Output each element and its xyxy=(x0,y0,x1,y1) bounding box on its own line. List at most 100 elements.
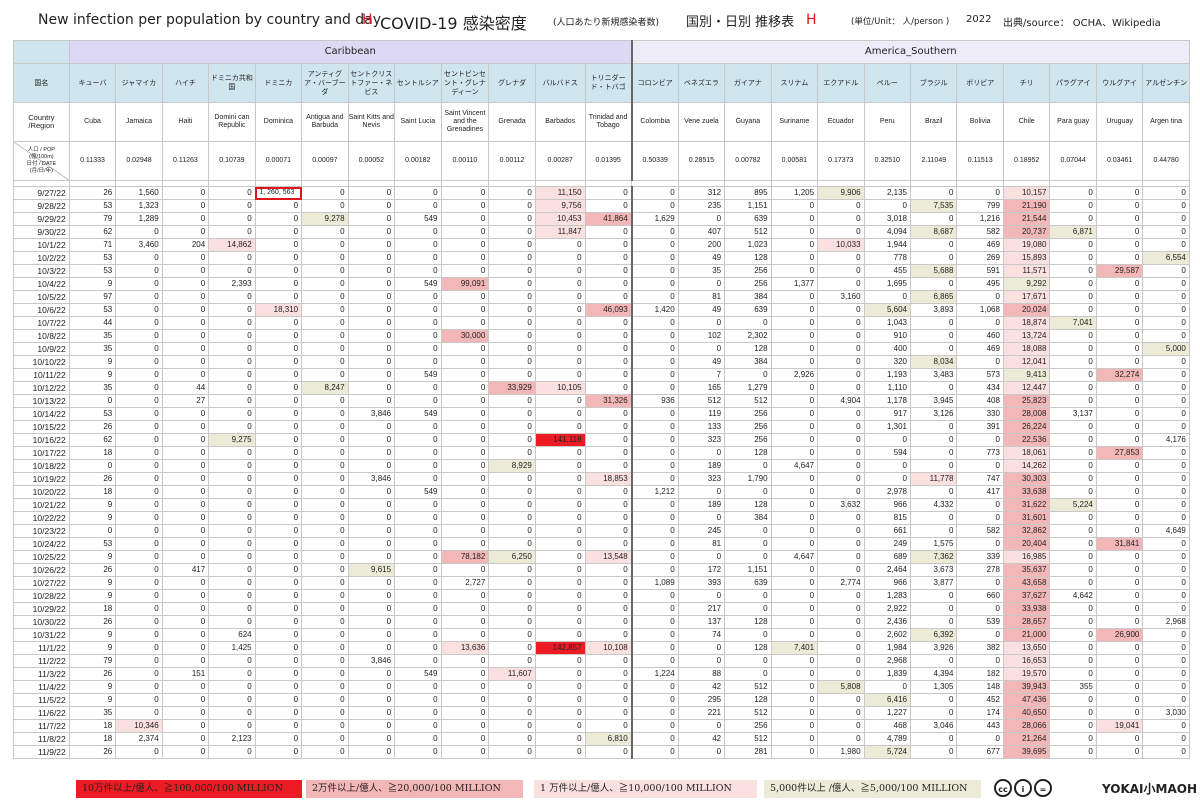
country-en-header: Saint Kitts and Nevis xyxy=(347,102,396,142)
value-cell: 46,093 xyxy=(584,303,633,317)
value-cell: 0 xyxy=(440,407,490,421)
value-cell: 0 xyxy=(817,277,865,291)
value-cell: 0 xyxy=(208,472,256,486)
value-cell: 7 xyxy=(677,368,726,382)
value-cell: 417 xyxy=(161,563,210,577)
value-cell: 549 xyxy=(394,667,442,681)
legend: 10万件以上/億人、≧100,000/100 MILLION 2万件以上/億人、≧… xyxy=(0,775,1200,803)
value-cell: 0 xyxy=(1142,550,1190,564)
population-value: 0.00581 xyxy=(770,141,819,181)
value-cell: 0 xyxy=(863,680,912,694)
value-cell: 0 xyxy=(584,355,633,369)
value-cell: 0 xyxy=(1142,381,1190,395)
value-cell: 42 xyxy=(677,680,726,694)
value-cell: 6,810 xyxy=(584,732,633,746)
value-cell: 0 xyxy=(584,277,633,291)
population-value: 0.11263 xyxy=(161,141,210,181)
value-cell: 0 xyxy=(208,368,256,382)
date-cell: 10/6/22 xyxy=(13,303,70,317)
value-cell: 0 xyxy=(630,498,679,512)
value-cell: 0 xyxy=(254,264,303,278)
value-cell: 0 xyxy=(817,212,865,226)
value-cell: 0 xyxy=(161,485,210,499)
value-cell: 9 xyxy=(68,693,117,707)
value-cell: 35,637 xyxy=(1002,563,1051,577)
value-cell: 79 xyxy=(68,212,117,226)
value-cell: 0 xyxy=(770,316,819,330)
value-cell: 2,374 xyxy=(115,732,163,746)
value-cell: 49 xyxy=(677,355,726,369)
value-cell: 1,089 xyxy=(630,576,679,590)
value-cell: 0 xyxy=(301,745,349,759)
value-cell: 1,151 xyxy=(724,199,772,213)
value-cell: 0 xyxy=(1049,459,1097,473)
value-cell: 0 xyxy=(161,680,210,694)
value-cell: 312 xyxy=(677,186,726,200)
value-cell: 0 xyxy=(115,225,163,239)
value-cell: 512 xyxy=(724,706,772,720)
table-row: 11/1/22 9 0 0 1,425 0 0 0 0 13,636 0 142,857 10,108 0… xyxy=(13,641,1190,655)
value-cell: 0 xyxy=(301,199,349,213)
value-cell: 0 xyxy=(817,472,865,486)
value-cell: 0 xyxy=(254,199,303,213)
value-cell: 0 xyxy=(630,745,679,759)
value-cell: 0 xyxy=(1049,745,1097,759)
value-cell: 0 xyxy=(347,238,396,252)
value-cell: 12,041 xyxy=(1002,355,1051,369)
value-cell: 0 xyxy=(817,693,865,707)
value-cell: 2,968 xyxy=(863,654,912,668)
value-cell: 5,224 xyxy=(1049,498,1097,512)
value-cell: 0 xyxy=(68,394,117,408)
value-cell: 0 xyxy=(254,732,303,746)
value-cell: 0 xyxy=(584,446,633,460)
value-cell: 0 xyxy=(488,589,536,603)
value-cell: 0 xyxy=(534,667,586,681)
value-cell: 0 xyxy=(956,186,1004,200)
value-cell: 0 xyxy=(1095,680,1144,694)
value-cell: 0 xyxy=(440,264,490,278)
value-cell: 0 xyxy=(909,316,958,330)
value-cell: 0 xyxy=(677,654,726,668)
value-cell: 0 xyxy=(817,641,865,655)
value-cell: 0 xyxy=(1095,641,1144,655)
value-cell: 0 xyxy=(677,641,726,655)
value-cell: 0 xyxy=(254,459,303,473)
value-cell: 0 xyxy=(584,433,633,447)
value-cell: 0 xyxy=(115,355,163,369)
value-cell: 0 xyxy=(534,251,586,265)
value-cell: 9 xyxy=(68,589,117,603)
value-cell: 0 xyxy=(584,615,633,629)
value-cell: 0 xyxy=(394,498,442,512)
value-cell: 0 xyxy=(534,342,586,356)
date-cell: 10/26/22 xyxy=(13,563,70,577)
value-cell: 0 xyxy=(1142,446,1190,460)
value-cell: 0 xyxy=(301,186,349,200)
value-cell: 0 xyxy=(770,745,819,759)
value-cell: 0 xyxy=(301,433,349,447)
value-cell: 7,535 xyxy=(909,199,958,213)
value-cell: 1,980 xyxy=(817,745,865,759)
value-cell: 0 xyxy=(909,745,958,759)
value-cell: 0 xyxy=(440,472,490,486)
value-cell: 200 xyxy=(677,238,726,252)
value-cell: 40,650 xyxy=(1002,706,1051,720)
value-cell: 895 xyxy=(724,186,772,200)
value-cell: 0 xyxy=(301,264,349,278)
value-cell: 3,018 xyxy=(863,212,912,226)
value-cell: 0 xyxy=(254,420,303,434)
value-cell: 9 xyxy=(68,355,117,369)
value-cell: 11,847 xyxy=(534,225,586,239)
value-cell: 4,176 xyxy=(1142,433,1190,447)
value-cell: 0 xyxy=(115,368,163,382)
value-cell: 0 xyxy=(1049,342,1097,356)
value-cell: 0 xyxy=(770,706,819,720)
value-cell: 0 xyxy=(817,329,865,343)
by-icon: i xyxy=(1014,779,1032,797)
value-cell: 0 xyxy=(956,316,1004,330)
value-cell: 0 xyxy=(1095,407,1144,421)
date-cell: 10/2/22 xyxy=(13,251,70,265)
value-cell: 1,205 xyxy=(770,186,819,200)
value-cell: 0 xyxy=(115,342,163,356)
value-cell: 102 xyxy=(677,329,726,343)
value-cell: 0 xyxy=(770,732,819,746)
